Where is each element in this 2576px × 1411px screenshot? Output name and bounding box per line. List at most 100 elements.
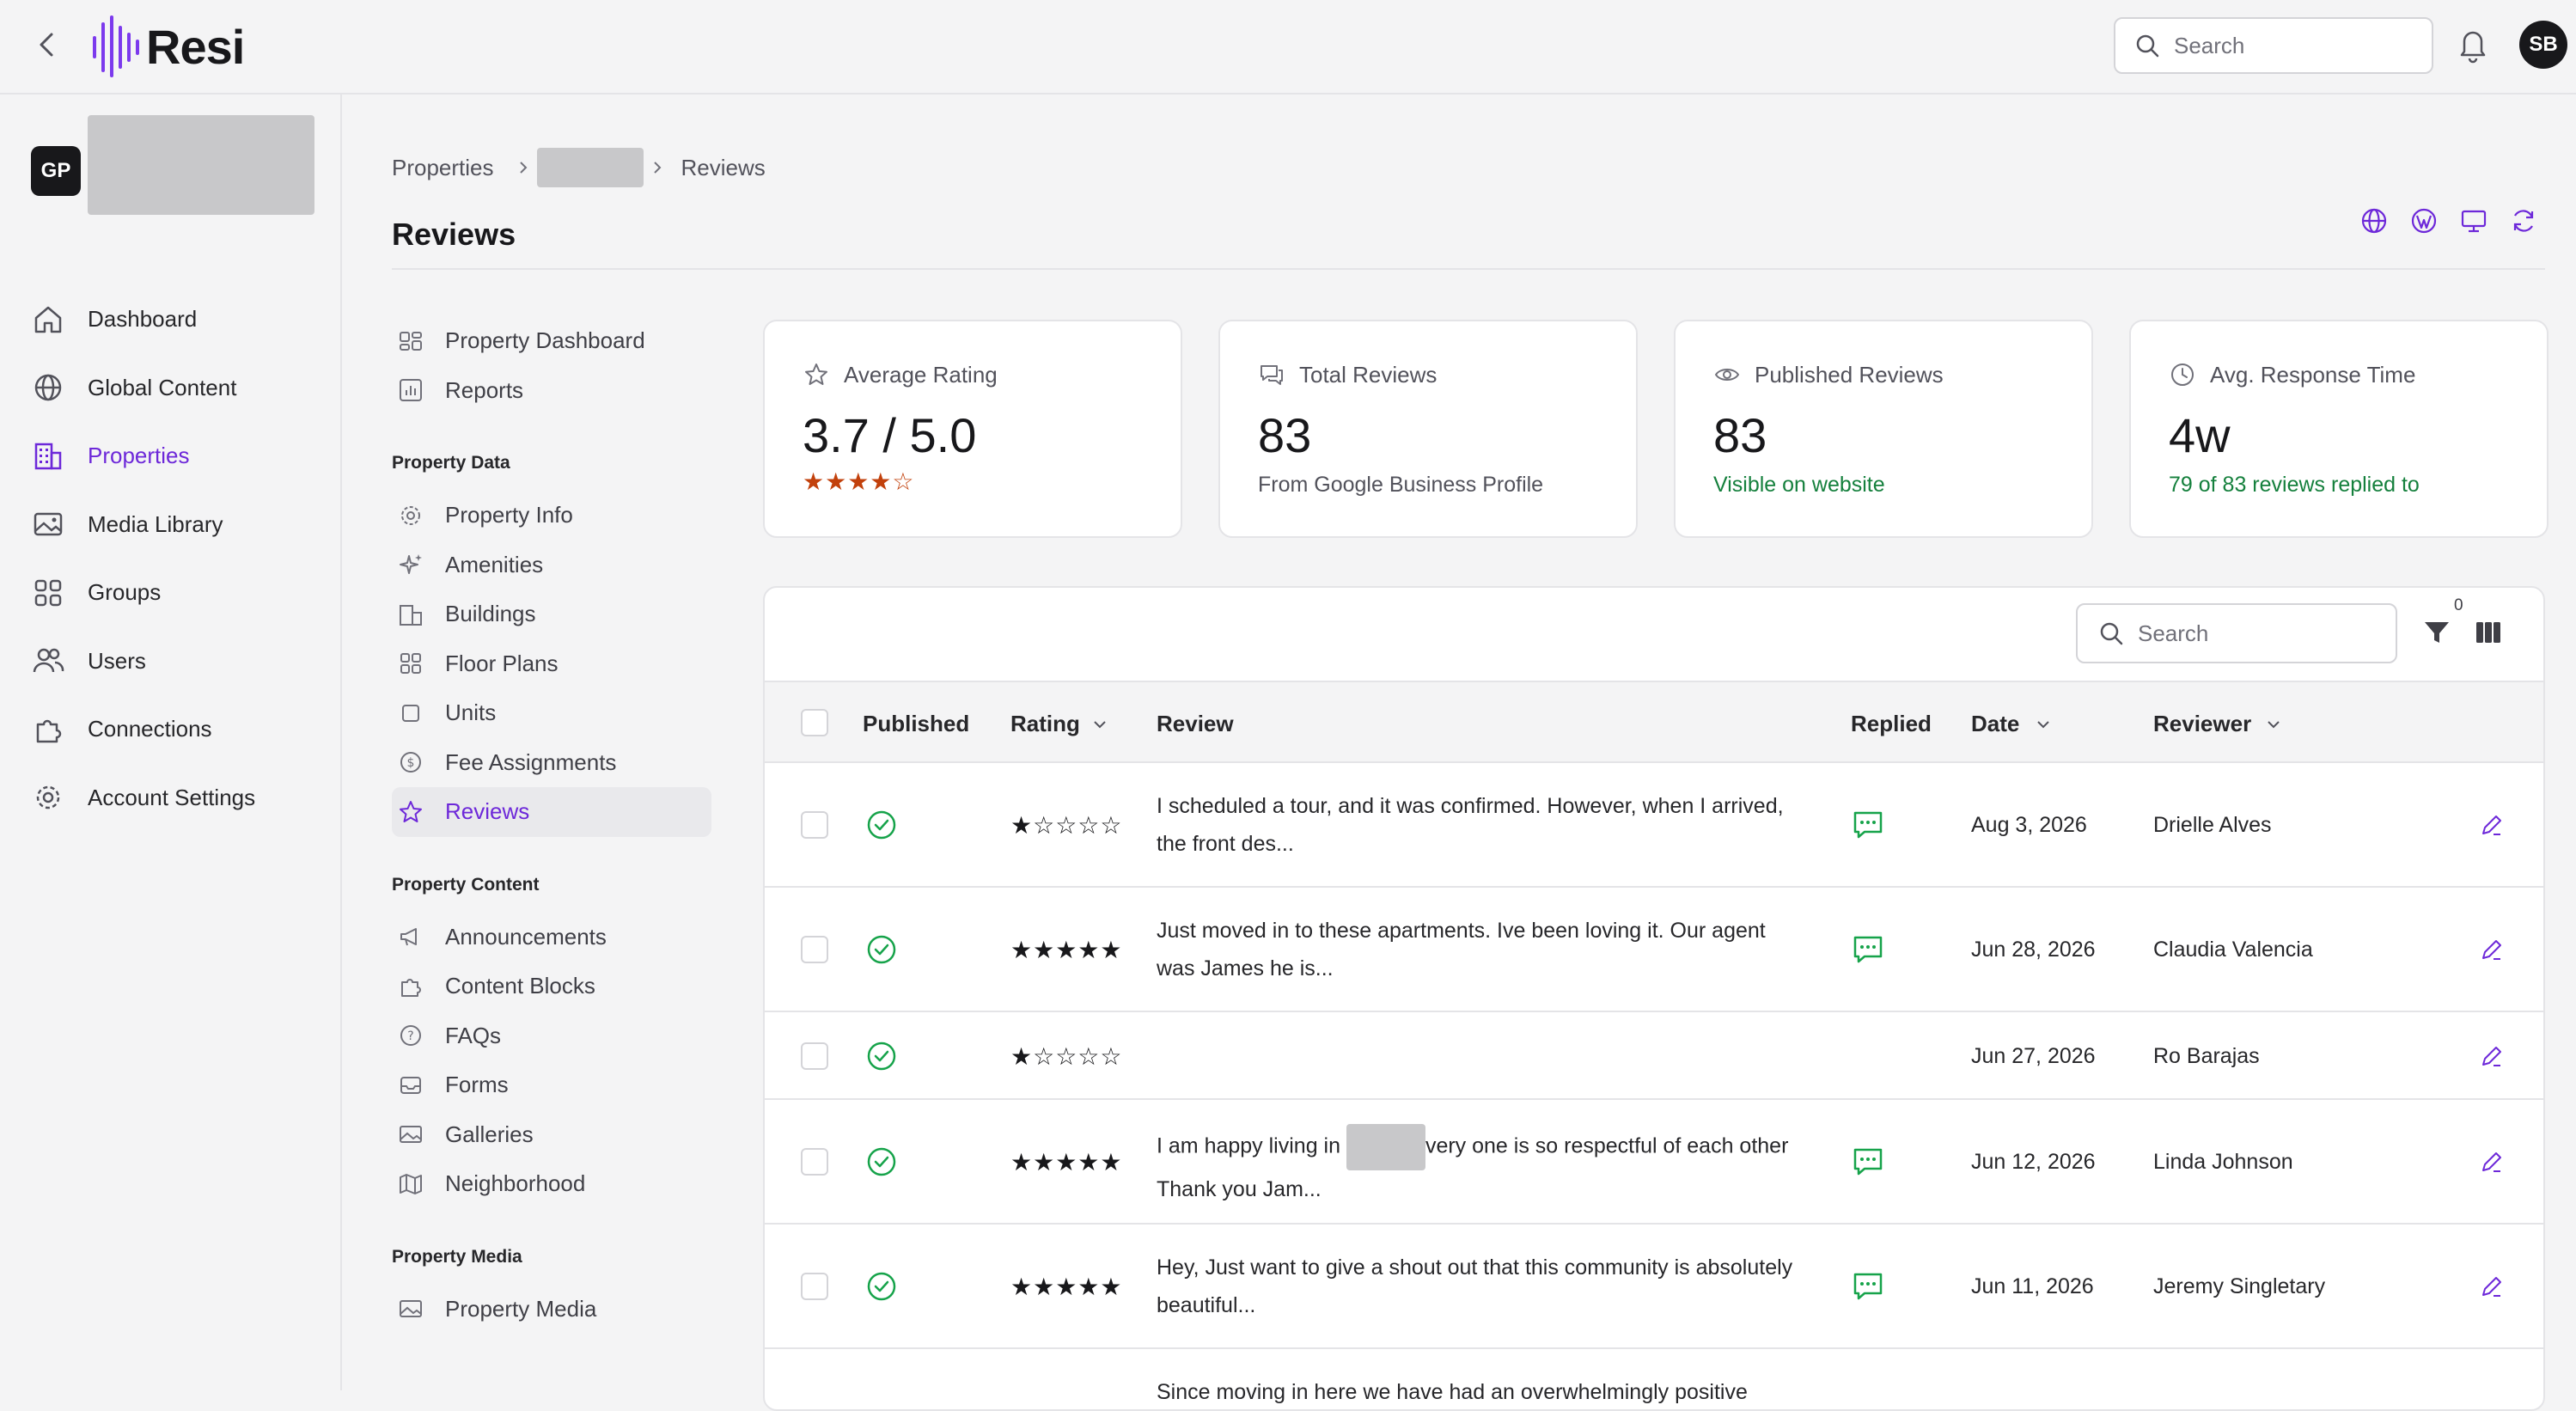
row-reviewer: Claudia Valencia [2153,938,2313,962]
sidebar-item-account-settings[interactable]: Account Settings [31,764,255,833]
search-icon [2100,622,2123,645]
wordpress-icon[interactable] [2409,206,2439,235]
table-row[interactable]: Since moving in here we have had an over… [765,1349,2543,1409]
subnav-label: Property Media [445,1295,597,1322]
global-search-input[interactable]: Search [2114,17,2433,74]
sidebar-item-global-content[interactable]: Global Content [31,354,255,423]
column-header-rating[interactable]: Rating [1010,711,1080,737]
back-arrow-icon[interactable] [31,27,65,62]
column-header-date[interactable]: Date [1971,711,2019,737]
sidebar-item-properties[interactable]: Properties [31,422,255,491]
table-row[interactable]: ★☆☆☆☆ I scheduled a tour, and it was con… [765,763,2543,888]
gear-icon [401,505,420,525]
row-reviewer: Linda Johnson [2153,1150,2293,1174]
sidebar-item-groups[interactable]: Groups [31,559,255,627]
breadcrumb-property-redacted[interactable] [536,148,644,187]
breadcrumb-properties-link[interactable]: Properties [392,155,494,181]
sidebar-item-media-library[interactable]: Media Library [31,491,255,559]
subnav-item-floor-plans[interactable]: Floor Plans [392,639,711,689]
replied-chat-icon[interactable] [1851,808,1885,842]
users-icon [33,649,64,673]
unit-square-icon [402,704,419,722]
replied-chat-icon[interactable] [1851,1145,1885,1179]
subnav-item-property-media[interactable]: Property Media [392,1285,711,1335]
resi-logo[interactable]: Resi [89,14,245,79]
subnav-item-faqs[interactable]: ? FAQs [392,1011,711,1061]
subnav-item-buildings[interactable]: Buildings [392,589,711,639]
subnav-label: Content Blocks [445,973,595,999]
sidebar-item-dashboard[interactable]: Dashboard [31,285,255,354]
subnav-item-galleries[interactable]: Galleries [392,1110,711,1160]
stat-subtext: 79 of 83 reviews replied to [2169,473,2420,497]
eye-icon [1714,369,1740,381]
stat-label: Published Reviews [1755,361,1944,388]
row-date: Jun 11, 2026 [1971,1274,2094,1298]
columns-icon[interactable] [2473,617,2504,648]
puzzle-icon [401,978,421,997]
row-reviewer: Ro Barajas [2153,1044,2260,1068]
column-header-published[interactable]: Published [863,711,969,737]
subnav-item-forms[interactable]: Forms [392,1060,711,1110]
select-all-checkbox[interactable] [801,709,828,736]
subnav-item-property-dashboard[interactable]: Property Dashboard [392,316,711,366]
subnav-item-property-info[interactable]: Property Info [392,491,711,541]
subnav-item-fee-assignments[interactable]: $ Fee Assignments [392,738,711,788]
row-review-text-part: I am happy living in [1157,1133,1346,1158]
sync-icon[interactable] [2509,206,2538,235]
chevron-down-icon[interactable] [1091,716,1108,733]
page-title: Reviews [392,217,516,252]
subnav-item-reports[interactable]: Reports [392,366,711,416]
subnav-item-neighborhood[interactable]: Neighborhood [392,1159,711,1209]
breadcrumb: Properties Reviews [392,148,766,187]
row-review-text: Just moved in to these apartments. Ive b… [1157,919,1766,980]
subnav-item-content-blocks[interactable]: Content Blocks [392,962,711,1011]
table-row[interactable]: ★★★★★ Just moved in to these apartments.… [765,888,2543,1012]
divider [392,268,2545,270]
subnav-item-amenities[interactable]: Amenities [392,541,711,590]
edit-pencil-icon[interactable] [2478,1042,2506,1070]
replied-chat-icon[interactable] [1851,932,1885,967]
chat-bubbles-icon [1261,365,1283,385]
edit-pencil-icon[interactable] [2478,811,2506,839]
stat-value: 83 [1713,408,1767,462]
sidebar-item-users[interactable]: Users [31,627,255,696]
row-checkbox[interactable] [801,936,828,963]
website-globe-icon[interactable] [2359,206,2389,235]
table-row[interactable]: ★★★★★ Hey, Just want to give a shout out… [765,1225,2543,1349]
row-rating-stars: ★☆☆☆☆ [1010,1043,1123,1070]
logo-text: Resi [146,19,245,74]
star-icon [400,800,422,822]
row-checkbox[interactable] [801,1273,828,1300]
row-checkbox[interactable] [801,811,828,839]
clock-icon [2171,363,2194,386]
edit-pencil-icon[interactable] [2478,1273,2506,1300]
stat-subtext: From Google Business Profile [1258,473,1544,497]
edit-pencil-icon[interactable] [2478,1148,2506,1176]
row-checkbox[interactable] [801,1148,828,1176]
subnav-item-reviews[interactable]: Reviews [392,787,711,837]
org-avatar[interactable]: GP [31,146,81,196]
subnav-item-units[interactable]: Units [392,688,711,738]
reviews-search-input[interactable]: Search [2076,603,2397,663]
replied-chat-icon[interactable] [1851,1269,1885,1304]
table-row[interactable]: ★★★★★ I am happy living in very one is s… [765,1100,2543,1225]
chevron-right-icon [653,162,661,174]
published-check-icon [867,1041,896,1071]
subnav-label: Neighborhood [445,1170,586,1197]
desktop-preview-icon[interactable] [2459,206,2488,235]
table-row[interactable]: ★☆☆☆☆ Jun 27, 2026 Ro Barajas [765,1012,2543,1100]
column-header-reviewer[interactable]: Reviewer [2153,711,2251,737]
chevron-down-icon[interactable] [2265,716,2282,733]
filter-icon[interactable] [2421,617,2452,648]
user-avatar[interactable]: SB [2519,21,2567,69]
chevron-down-icon[interactable] [2035,716,2052,733]
building-icon [34,443,62,469]
page-toolbar [2359,206,2538,235]
rating-stars: ★★★★☆ [803,468,915,495]
row-rating-stars: ★★★★★ [1010,1149,1123,1176]
sidebar-item-connections[interactable]: Connections [31,695,255,764]
row-checkbox[interactable] [801,1042,828,1070]
edit-pencil-icon[interactable] [2478,936,2506,963]
notifications-bell-icon[interactable] [2456,26,2490,68]
subnav-item-announcements[interactable]: Announcements [392,913,711,962]
